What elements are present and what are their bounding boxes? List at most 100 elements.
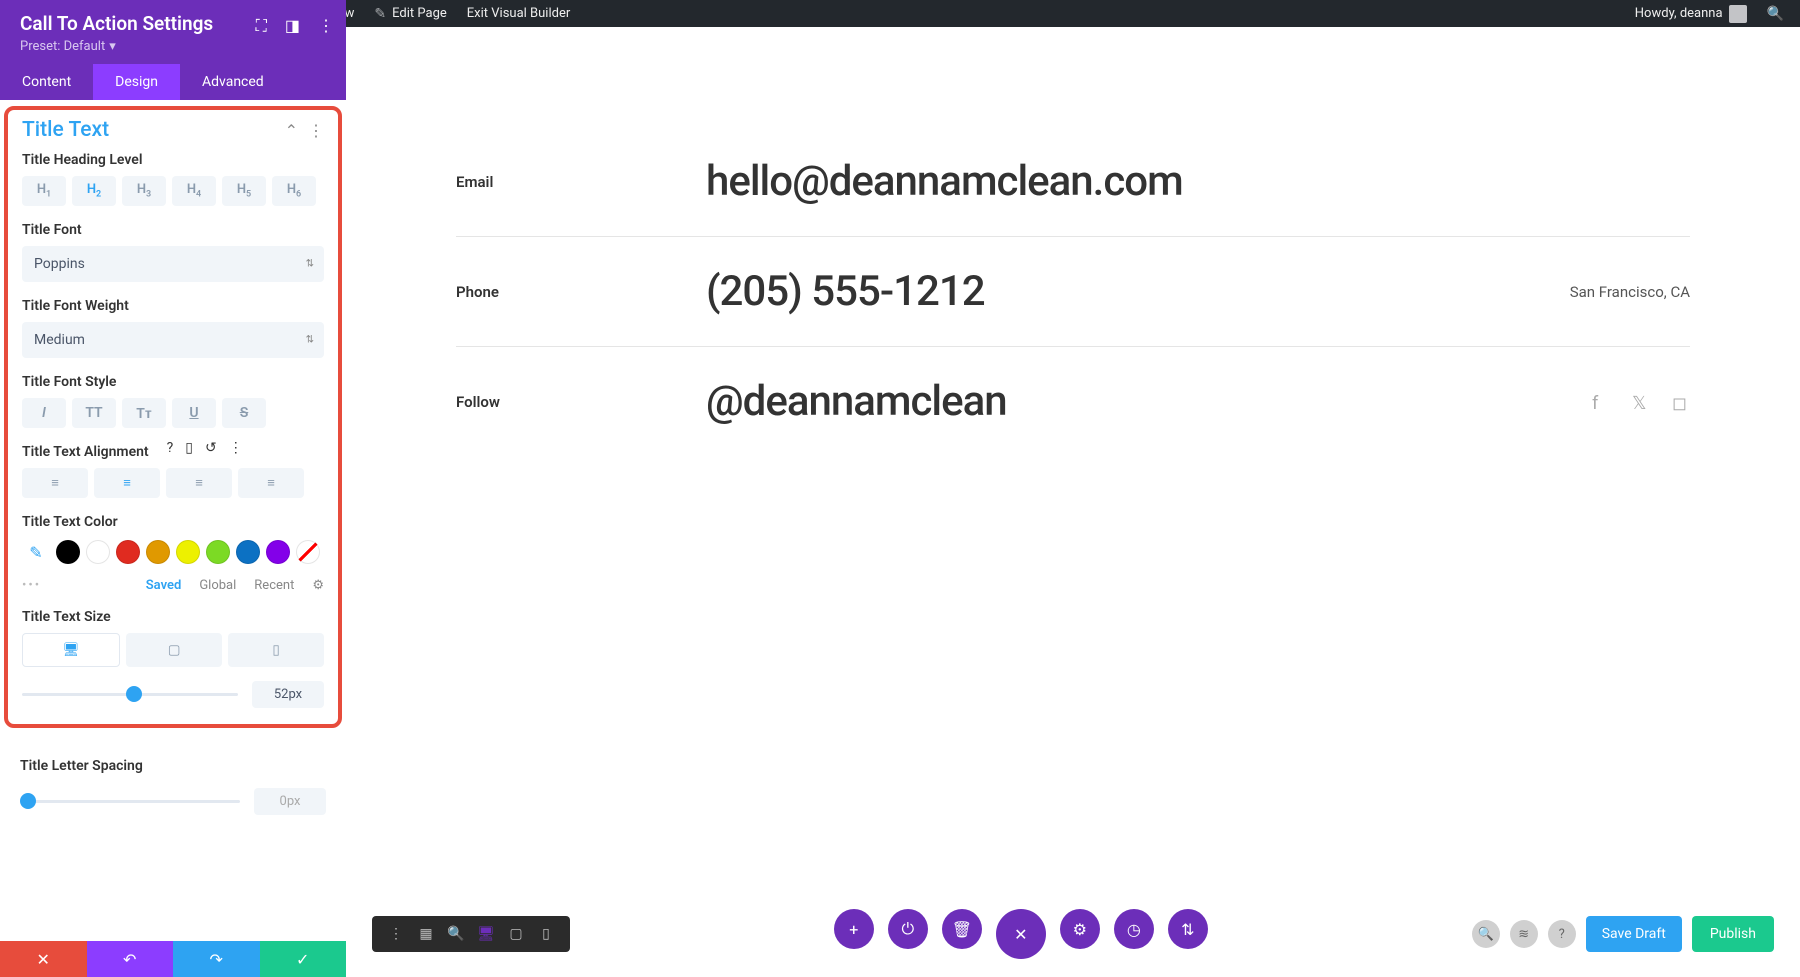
- preset-selector[interactable]: Preset: Default▾: [20, 39, 326, 54]
- contact-row-email: Email hello@deannamclean.com: [456, 127, 1690, 237]
- settings-sidebar: Call To Action Settings Preset: Default▾…: [0, 0, 346, 977]
- edit-page-label: Edit Page: [392, 6, 447, 21]
- row-label: Phone: [456, 283, 706, 301]
- size-value[interactable]: 52px: [252, 681, 324, 708]
- tab-content[interactable]: Content: [0, 64, 93, 100]
- help-icon[interactable]: ?: [167, 440, 174, 456]
- swatch-yellow[interactable]: [176, 540, 200, 564]
- search-toggle[interactable]: 🔍: [1759, 0, 1792, 27]
- more-icon[interactable]: ⋮: [318, 16, 334, 36]
- weight-select[interactable]: Medium⇅: [22, 322, 324, 358]
- exit-vb-link[interactable]: Exit Visual Builder: [459, 0, 578, 27]
- heading-h2[interactable]: H2: [72, 176, 116, 206]
- collapse-icon[interactable]: ⌃: [285, 121, 298, 140]
- swatch-black[interactable]: [56, 540, 80, 564]
- device-phone[interactable]: ▯: [228, 633, 324, 667]
- more-colors-icon[interactable]: •••: [22, 578, 41, 593]
- align-right[interactable]: ≡: [166, 468, 232, 498]
- color-tab-saved[interactable]: Saved: [146, 578, 182, 593]
- add-button[interactable]: +: [834, 909, 874, 949]
- color-tab-global[interactable]: Global: [199, 578, 236, 593]
- color-gear-icon[interactable]: ⚙: [312, 578, 324, 593]
- contact-row-phone: Phone (205) 555-1212 San Francisco, CA: [456, 237, 1690, 347]
- trash-button[interactable]: 🗑: [942, 909, 982, 949]
- sidebar-header: Call To Action Settings Preset: Default▾…: [0, 0, 346, 64]
- expand-icon[interactable]: ⛶: [256, 16, 267, 36]
- letter-spacing-label: Title Letter Spacing: [20, 758, 326, 774]
- x-icon[interactable]: 𝕏: [1632, 393, 1650, 411]
- center-actions: + ⏻ 🗑 ✕ ⚙ ◷ ⇅: [834, 909, 1208, 959]
- save-draft-button[interactable]: Save Draft: [1586, 916, 1682, 952]
- device-desktop[interactable]: 🖥: [22, 633, 120, 667]
- undo-button[interactable]: ↶: [87, 941, 174, 977]
- phone-icon[interactable]: ▯: [185, 440, 193, 456]
- layers-icon[interactable]: ≋: [1510, 920, 1538, 948]
- publish-button[interactable]: Publish: [1692, 916, 1774, 952]
- tablet-view-icon[interactable]: ▢: [502, 922, 530, 946]
- heading-h1[interactable]: H1: [22, 176, 66, 206]
- heading-h6[interactable]: H6: [272, 176, 316, 206]
- heading-h4[interactable]: H4: [172, 176, 216, 206]
- wireframe-icon[interactable]: ▦: [412, 922, 440, 946]
- color-tab-recent[interactable]: Recent: [254, 578, 294, 593]
- zoom-icon[interactable]: 🔍: [442, 922, 470, 946]
- eyedropper-icon[interactable]: ✎: [22, 538, 50, 566]
- find-icon[interactable]: 🔍: [1472, 920, 1500, 948]
- underline-button[interactable]: U: [172, 398, 216, 428]
- row-extra: San Francisco, CA: [1570, 283, 1690, 301]
- howdy-user[interactable]: Howdy, deanna: [1627, 0, 1755, 27]
- reset-icon[interactable]: ↺: [205, 440, 217, 456]
- font-select[interactable]: Poppins⇅: [22, 246, 324, 282]
- letter-spacing-value[interactable]: 0px: [254, 788, 326, 815]
- letter-spacing-slider[interactable]: [20, 800, 240, 803]
- swatch-orange[interactable]: [146, 540, 170, 564]
- history-button[interactable]: ◷: [1114, 909, 1154, 949]
- tab-design[interactable]: Design: [93, 64, 180, 100]
- accept-button[interactable]: ✓: [260, 941, 347, 977]
- swatch-green[interactable]: [206, 540, 230, 564]
- swatch-red[interactable]: [116, 540, 140, 564]
- transfer-button[interactable]: ⇅: [1168, 909, 1208, 949]
- align-justify[interactable]: ≡: [238, 468, 304, 498]
- align-left[interactable]: ≡: [22, 468, 88, 498]
- heading-h5[interactable]: H5: [222, 176, 266, 206]
- swatch-blue[interactable]: [236, 540, 260, 564]
- align-more-icon[interactable]: ⋮: [229, 440, 243, 456]
- section-more-icon[interactable]: ⋮: [308, 121, 324, 140]
- color-label: Title Text Color: [22, 514, 324, 530]
- strikethrough-button[interactable]: S: [222, 398, 266, 428]
- device-tablet[interactable]: ▢: [126, 633, 222, 667]
- redo-button[interactable]: ↷: [173, 941, 260, 977]
- size-slider[interactable]: [22, 693, 238, 696]
- row-label: Email: [456, 173, 706, 191]
- heading-level-label: Title Heading Level: [22, 152, 324, 168]
- select-caret-icon: ⇅: [306, 259, 314, 270]
- desktop-view-icon[interactable]: 🖥: [472, 922, 500, 946]
- builder-toolbar: ⋮ ▦ 🔍 🖥 ▢ ▯ + ⏻ 🗑 ✕ ⚙ ◷ ⇅ 🔍 ≋ ? Save Dra…: [346, 909, 1800, 959]
- align-center[interactable]: ≡: [94, 468, 160, 498]
- instagram-icon[interactable]: ◻: [1672, 393, 1690, 411]
- phone-view-icon[interactable]: ▯: [532, 922, 560, 946]
- help-center-icon[interactable]: ?: [1548, 920, 1576, 948]
- swatch-none[interactable]: [296, 540, 320, 564]
- swatch-white[interactable]: [86, 540, 110, 564]
- settings-button[interactable]: ⚙: [1060, 909, 1100, 949]
- align-label: Title Text Alignment: [22, 444, 149, 460]
- italic-button[interactable]: I: [22, 398, 66, 428]
- discard-button[interactable]: ✕: [0, 941, 87, 977]
- edit-page-link[interactable]: ✎Edit Page: [366, 0, 454, 27]
- font-style-buttons: I TT Tᴛ U S: [22, 398, 324, 428]
- view-more-icon[interactable]: ⋮: [382, 922, 410, 946]
- heading-h3[interactable]: H3: [122, 176, 166, 206]
- snap-icon[interactable]: ◨: [285, 16, 300, 36]
- align-buttons: ≡ ≡ ≡ ≡: [22, 468, 324, 498]
- swatch-purple[interactable]: [266, 540, 290, 564]
- style-label: Title Font Style: [22, 374, 324, 390]
- uppercase-button[interactable]: TT: [72, 398, 116, 428]
- power-button[interactable]: ⏻: [888, 909, 928, 949]
- close-builder-button[interactable]: ✕: [996, 909, 1046, 959]
- smallcaps-button[interactable]: Tᴛ: [122, 398, 166, 428]
- view-mode-group: ⋮ ▦ 🔍 🖥 ▢ ▯: [372, 916, 570, 952]
- facebook-icon[interactable]: f: [1592, 393, 1610, 411]
- tab-advanced[interactable]: Advanced: [180, 64, 286, 100]
